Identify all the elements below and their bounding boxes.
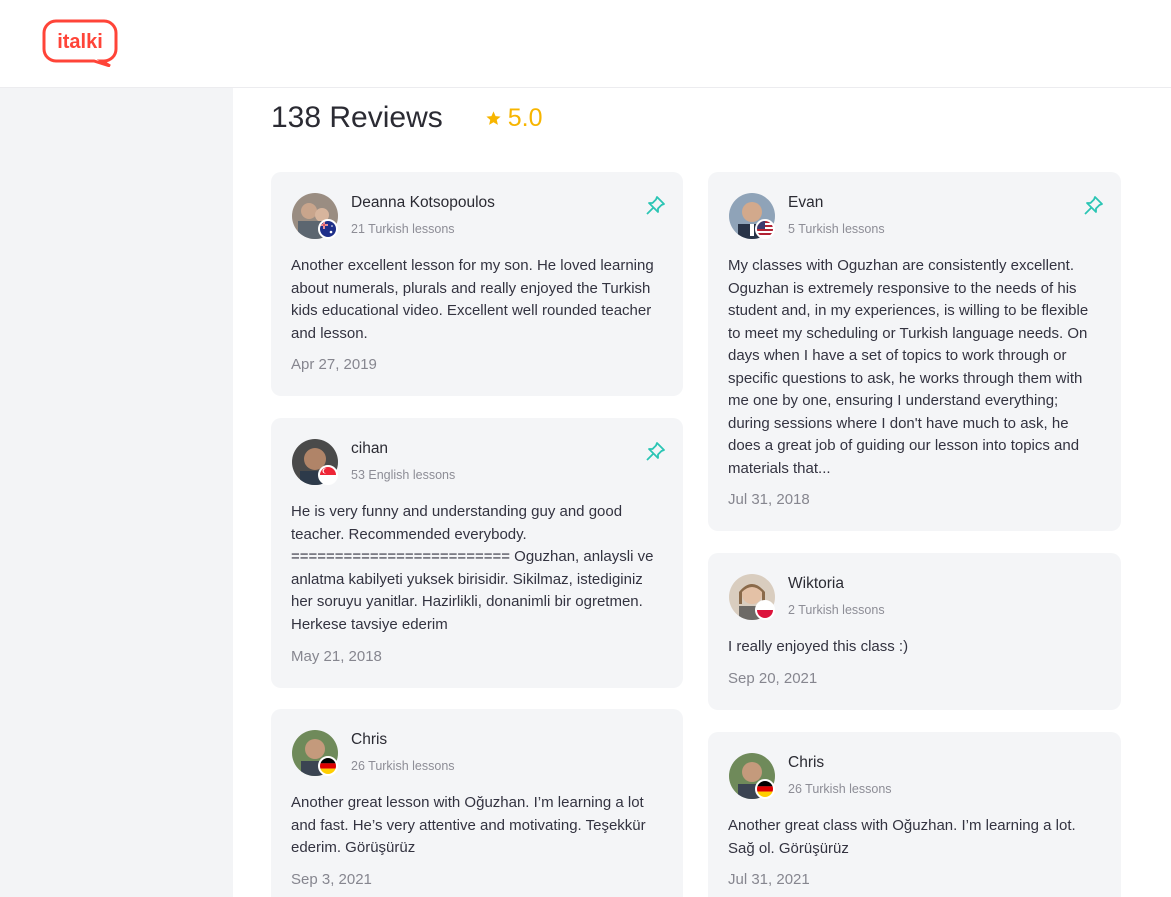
lessons-count: 5 Turkish lessons bbox=[788, 222, 885, 236]
review-date: Apr 27, 2019 bbox=[291, 356, 377, 373]
review-text: Another great class with Oğuzhan. I’m le… bbox=[728, 817, 1076, 857]
pin-icon bbox=[646, 442, 665, 461]
reviewer-name[interactable]: Chris bbox=[351, 731, 387, 749]
review-card: Wiktoria 2 Turkish lessons I really enjo… bbox=[708, 553, 1121, 710]
left-panel bbox=[0, 88, 233, 897]
review-text: Another excellent lesson for my son. He … bbox=[291, 257, 654, 342]
reviewer-name[interactable]: Wiktoria bbox=[788, 575, 844, 593]
poland-flag-icon bbox=[755, 600, 775, 620]
lessons-count: 2 Turkish lessons bbox=[788, 603, 885, 617]
lessons-count: 21 Turkish lessons bbox=[351, 222, 455, 236]
svg-text:italki: italki bbox=[57, 31, 103, 53]
review-text: I really enjoyed this class :) bbox=[728, 638, 909, 655]
australia-flag-icon bbox=[318, 219, 338, 239]
review-card: Evan 5 Turkish lessons My classes with O… bbox=[708, 172, 1121, 531]
usa-flag-icon bbox=[755, 219, 775, 239]
review-card: cihan 53 English lessons He is very funn… bbox=[271, 418, 683, 688]
singapore-flag-icon bbox=[318, 465, 338, 485]
reviewer-name[interactable]: Chris bbox=[788, 754, 824, 772]
top-bar: italki bbox=[0, 0, 1171, 88]
review-date: Jul 31, 2021 bbox=[728, 871, 810, 888]
reviewer-name[interactable]: cihan bbox=[351, 440, 388, 458]
rating-value: 5.0 bbox=[507, 103, 543, 132]
star-icon bbox=[486, 110, 501, 125]
review-text: Another great lesson with Oğuzhan. I’m l… bbox=[291, 794, 646, 856]
germany-flag-icon bbox=[755, 779, 775, 799]
lessons-count: 26 Turkish lessons bbox=[788, 782, 892, 796]
italki-logo[interactable]: italki bbox=[42, 19, 118, 67]
review-card: Deanna Kotsopoulos 21 Turkish lessons An… bbox=[271, 172, 683, 396]
review-text: My classes with Oguzhan are consistently… bbox=[728, 257, 1089, 477]
pin-icon bbox=[1084, 196, 1103, 215]
reviews-heading: 138 Reviews 5.0 bbox=[271, 98, 543, 138]
reviewer-name[interactable]: Evan bbox=[788, 194, 823, 212]
rating: 5.0 bbox=[485, 104, 543, 133]
review-card: Chris 26 Turkish lessons Another great l… bbox=[271, 709, 683, 897]
reviewer-name[interactable]: Deanna Kotsopoulos bbox=[351, 194, 495, 212]
reviews-count: 138 Reviews bbox=[271, 101, 443, 134]
review-date: May 21, 2018 bbox=[291, 648, 382, 665]
lessons-count: 53 English lessons bbox=[351, 468, 456, 482]
review-text: He is very funny and understanding guy a… bbox=[291, 503, 654, 633]
review-card: Chris 26 Turkish lessons Another great c… bbox=[708, 732, 1121, 897]
review-date: Sep 20, 2021 bbox=[728, 670, 818, 687]
lessons-count: 26 Turkish lessons bbox=[351, 759, 455, 773]
review-date: Jul 31, 2018 bbox=[728, 491, 810, 508]
review-date: Sep 3, 2021 bbox=[291, 871, 372, 888]
pin-icon bbox=[646, 196, 665, 215]
germany-flag-icon bbox=[318, 756, 338, 776]
